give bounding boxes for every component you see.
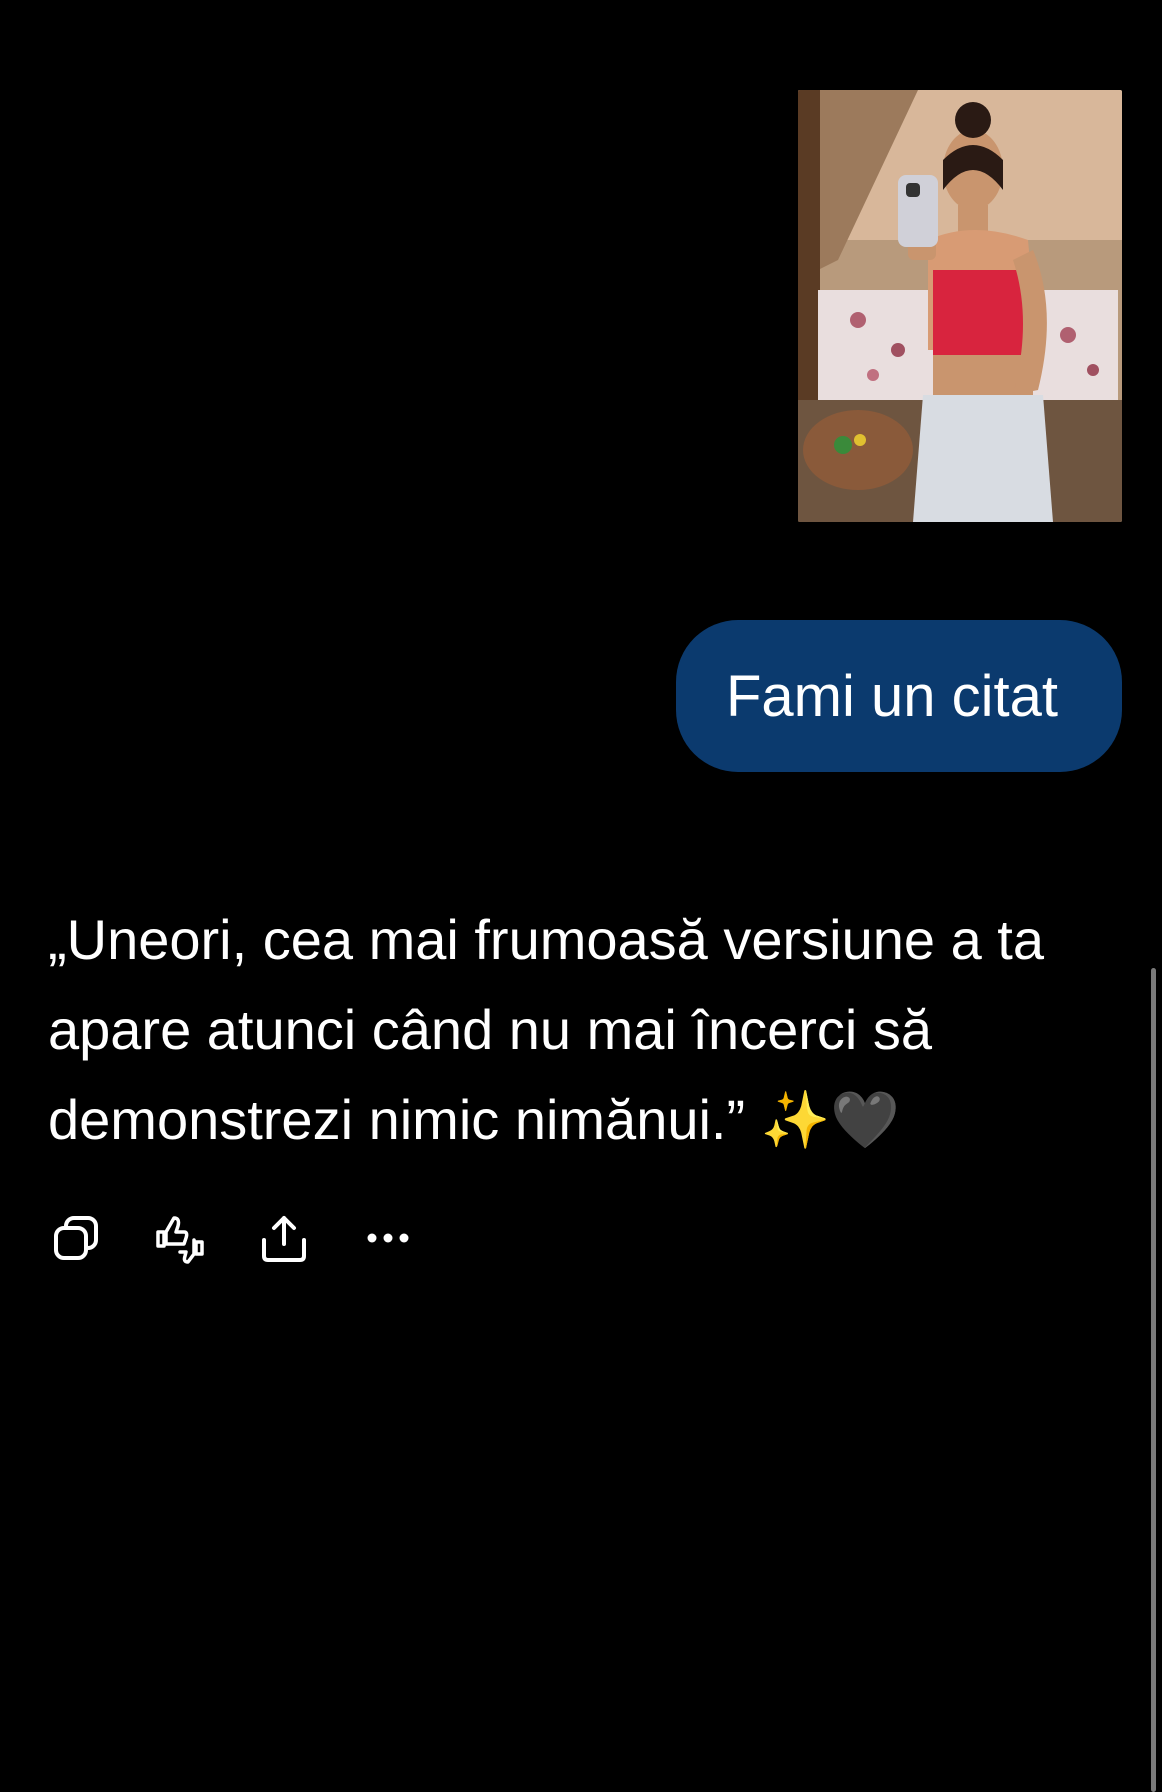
assistant-message-text: „Uneori, cea mai frumoasă versiune a ta … bbox=[48, 908, 1044, 1151]
feedback-button[interactable] bbox=[152, 1210, 208, 1266]
scrollbar[interactable] bbox=[1151, 968, 1156, 1792]
copy-button[interactable] bbox=[48, 1210, 104, 1266]
chat-thread: Fami un citat „Uneori, cea mai frumoasă … bbox=[0, 0, 1162, 1792]
user-attached-photo[interactable] bbox=[798, 90, 1122, 522]
copy-icon bbox=[54, 1216, 98, 1260]
photo-image bbox=[798, 90, 1122, 522]
more-icon bbox=[367, 1233, 409, 1243]
user-message-bubble: Fami un citat bbox=[676, 620, 1122, 772]
share-button[interactable] bbox=[256, 1210, 312, 1266]
user-message-text: Fami un citat bbox=[726, 663, 1058, 729]
more-options-button[interactable] bbox=[360, 1210, 416, 1266]
thumbs-up-down-icon bbox=[156, 1216, 204, 1264]
share-icon bbox=[262, 1216, 306, 1262]
message-action-bar bbox=[48, 1206, 416, 1270]
